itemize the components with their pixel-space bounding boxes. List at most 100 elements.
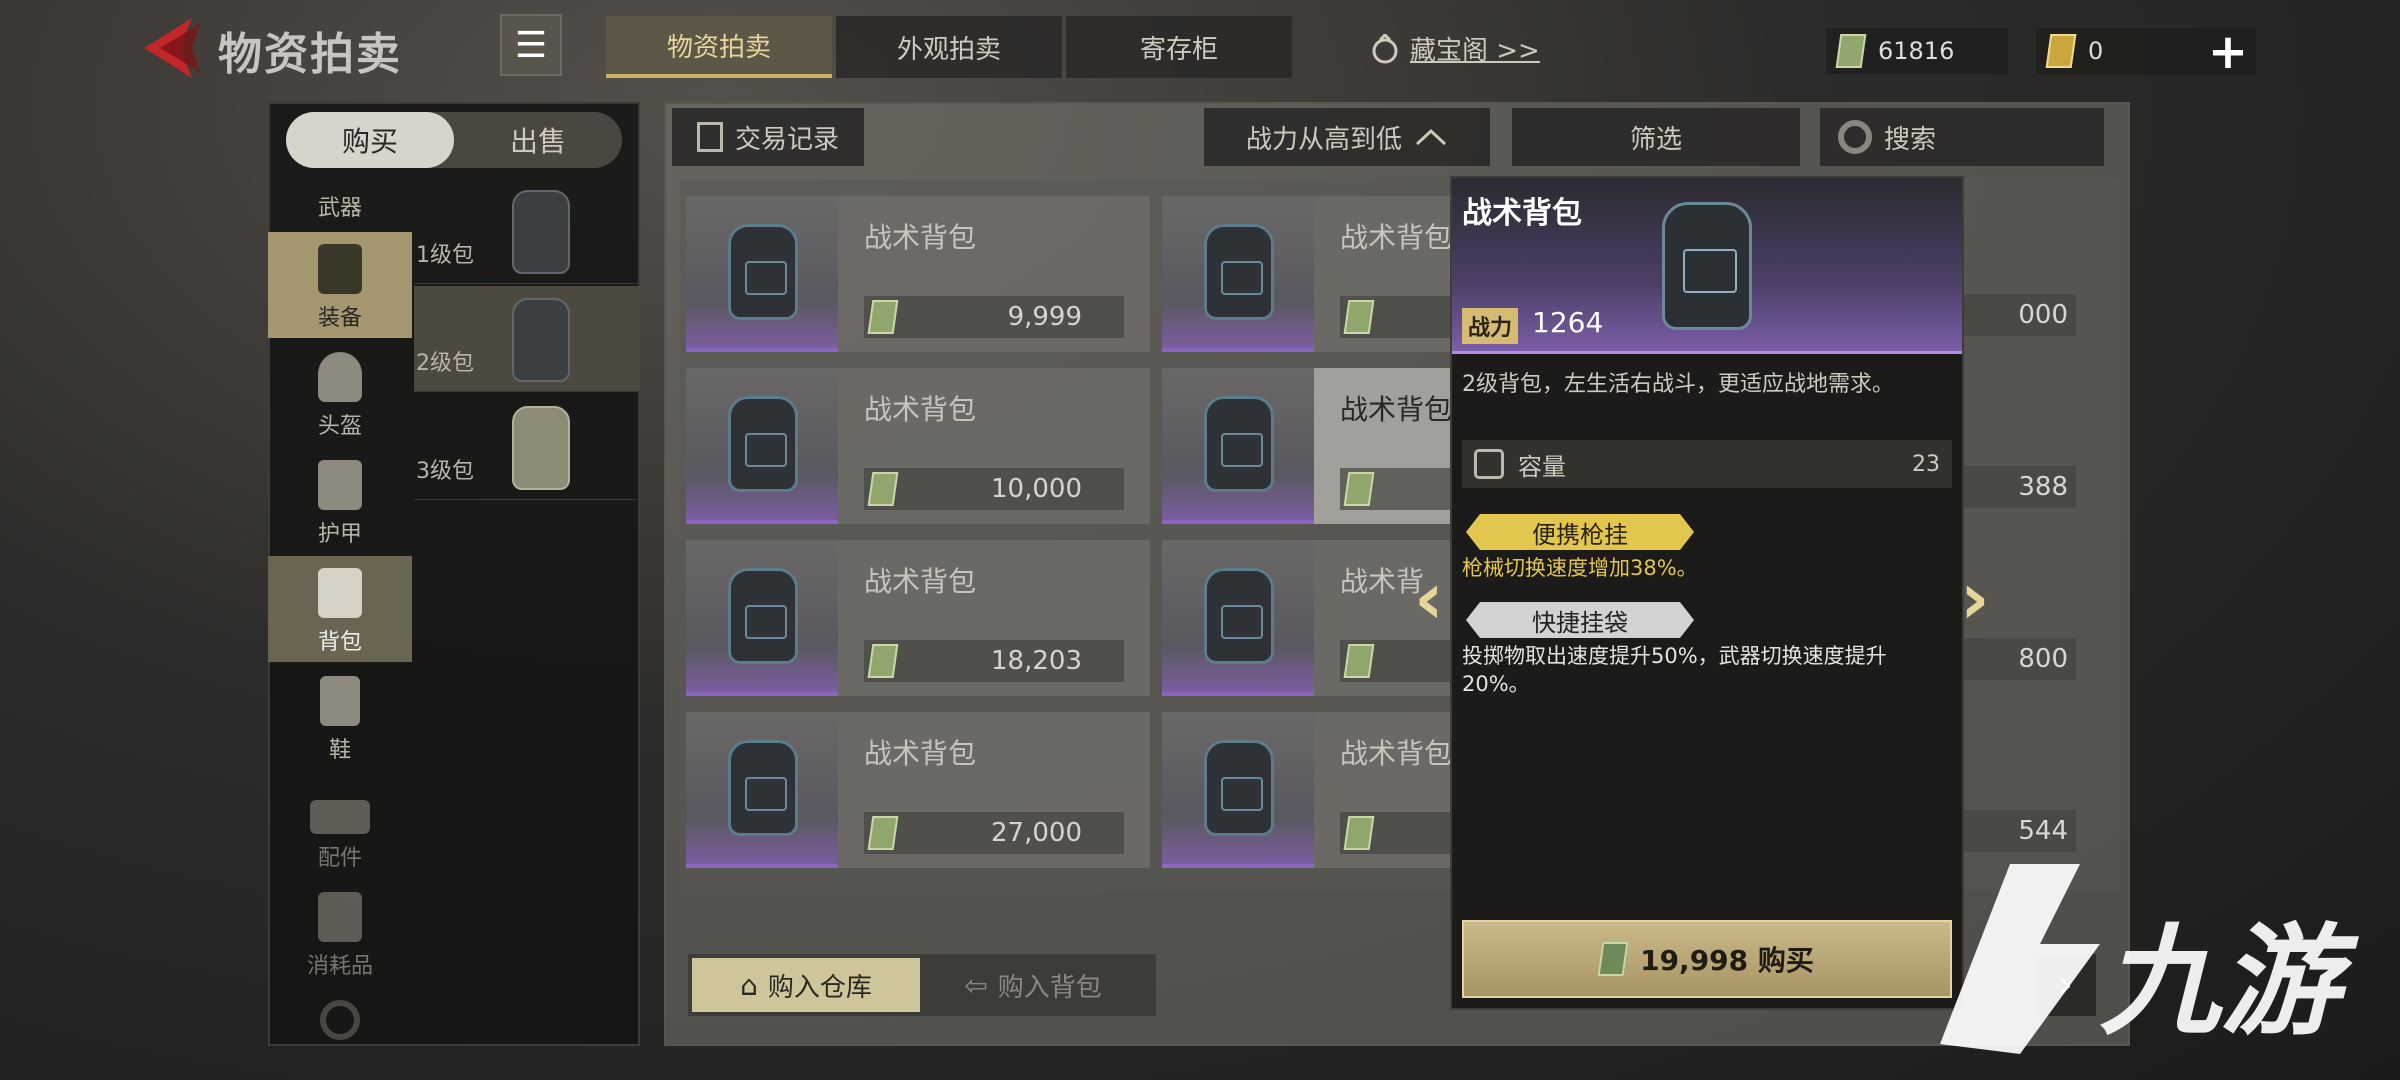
listing-card[interactable]: 战术背包 27,000 xyxy=(686,712,1150,868)
sell-tab[interactable]: 出售 xyxy=(454,112,622,168)
listing-card[interactable]: 战术背包 9,999 xyxy=(686,196,1150,352)
item-thumbnail xyxy=(686,712,838,868)
search-button[interactable]: 搜索 xyxy=(1820,108,2104,166)
subcategory-level1-bag[interactable]: 1级包 xyxy=(414,178,640,284)
price-value: 10,000 xyxy=(991,474,1082,504)
capacity-row: 容量 23 xyxy=(1462,440,1952,488)
subcategory-label: 1级包 xyxy=(416,243,474,268)
category-label: 鞋 xyxy=(328,738,351,763)
tab-storage-locker[interactable]: 寄存柜 xyxy=(1066,16,1292,78)
back-arrow-icon[interactable] xyxy=(140,14,210,82)
cash-icon xyxy=(1343,644,1375,678)
subcategory-level2-bag[interactable]: 2级包 xyxy=(414,286,640,392)
price-value: 27,000 xyxy=(991,818,1082,848)
gear-icon xyxy=(320,1000,360,1040)
perk-description: 投掷物取出速度提升50%，武器切换速度提升20%。 xyxy=(1462,644,1887,696)
category-label: 消耗品 xyxy=(306,954,373,979)
consumable-icon xyxy=(318,892,362,942)
cash-icon xyxy=(1343,472,1375,506)
treasure-icon xyxy=(1372,33,1398,63)
perk-badge-silver: 快捷挂袋 xyxy=(1466,602,1694,638)
next-item-arrow[interactable]: › xyxy=(1960,556,1990,640)
previous-item-arrow[interactable]: ‹ xyxy=(1414,556,1444,640)
category-label: 武器 xyxy=(317,196,362,221)
backpack-level2-icon xyxy=(512,298,570,382)
purchase-destination-toggle: ⌂ 购入仓库 ⇦ 购入背包 xyxy=(688,954,1156,1016)
perk-badge-gold: 便携枪挂 xyxy=(1466,514,1694,550)
gold-amount: 0 xyxy=(2088,37,2104,65)
item-price: 9,999 xyxy=(864,296,1124,338)
item-thumbnail xyxy=(686,196,838,352)
category-label: 配件 xyxy=(317,846,362,871)
category-backpack[interactable]: 背包 xyxy=(268,556,412,662)
chevron-left-icon: ‹ xyxy=(1414,556,1444,640)
sort-dropdown[interactable]: 战力从高到低 xyxy=(1204,108,1490,166)
tab-material-auction[interactable]: 物资拍卖 xyxy=(606,16,832,78)
plus-icon: + xyxy=(2207,24,2249,80)
listing-card[interactable]: 战术背包 10,000 xyxy=(686,368,1150,524)
treasure-link-label: 藏宝阁 >> xyxy=(1410,36,1540,66)
category-helmet[interactable]: 头盔 xyxy=(268,340,412,446)
perk-description: 枪械切换速度增加38%。 xyxy=(1462,556,1698,580)
power-value: 1264 xyxy=(1532,306,1604,339)
category-weapon[interactable]: 武器 xyxy=(268,176,412,228)
item-price: 27,000 xyxy=(864,812,1124,854)
to-warehouse-label: 购入仓库 xyxy=(767,972,872,1003)
list-icon: ☰ xyxy=(514,24,548,66)
item-thumbnail xyxy=(1162,540,1314,696)
category-consumable[interactable]: 消耗品 xyxy=(268,880,412,986)
category-attachment[interactable]: 配件 xyxy=(268,772,412,878)
item-thumbnail xyxy=(1162,712,1314,868)
backpack-icon xyxy=(728,396,798,492)
price-value: 9,999 xyxy=(1007,302,1082,332)
filter-button[interactable]: 筛选 xyxy=(1512,108,1800,166)
buy-to-warehouse-button[interactable]: ⌂ 购入仓库 xyxy=(692,958,920,1012)
backpack-level3-icon xyxy=(512,406,570,490)
cash-icon xyxy=(1343,816,1375,850)
listing-card[interactable]: 战术背包 18,203 xyxy=(686,540,1150,696)
search-label: 搜索 xyxy=(1884,124,1937,155)
chevron-right-icon: › xyxy=(1960,556,1990,640)
gold-coin-icon xyxy=(2045,34,2077,68)
category-equipment[interactable]: 装备 xyxy=(268,232,412,338)
item-name: 战术背包 xyxy=(864,393,977,426)
armor-icon xyxy=(318,460,362,510)
category-armor[interactable]: 护甲 xyxy=(268,448,412,554)
backpack-icon xyxy=(318,568,362,618)
detail-header: 战术背包 战力 1264 xyxy=(1452,178,1962,354)
subcategory-level3-bag[interactable]: 3级包 xyxy=(414,394,640,500)
subcategory-label: 2级包 xyxy=(416,351,474,376)
backpack-icon xyxy=(728,740,798,836)
item-name: 战术背包 xyxy=(864,737,977,770)
trade-record-button[interactable]: 交易记录 xyxy=(672,108,864,166)
item-thumbnail xyxy=(686,540,838,696)
category-label: 头盔 xyxy=(317,414,362,439)
warehouse-icon: ⌂ xyxy=(740,968,758,1002)
item-price: 18,203 xyxy=(864,640,1124,682)
backpack-icon xyxy=(728,224,798,320)
partial-price: 800 xyxy=(1964,638,2076,680)
add-currency-button[interactable]: + xyxy=(2200,24,2256,80)
buy-button[interactable]: 19,998 购买 xyxy=(1462,920,1952,998)
cash-icon xyxy=(867,644,899,678)
item-name: 战术背包 xyxy=(1340,221,1453,254)
item-name: 战术背包 xyxy=(864,221,977,254)
item-name: 战术背 xyxy=(1340,565,1425,598)
buy-to-backpack-button[interactable]: ⇦ 购入背包 xyxy=(928,958,1138,1012)
power-badge: 战力 xyxy=(1462,308,1519,344)
cash-icon xyxy=(1835,34,1867,68)
buy-tab[interactable]: 购买 xyxy=(286,112,454,168)
tab-appearance-auction[interactable]: 外观拍卖 xyxy=(836,16,1062,78)
item-detail-popup: 战术背包 战力 1264 2级背包，左生活右战斗，更适应战地需求。 容量 23 … xyxy=(1450,176,1964,1010)
attachment-icon xyxy=(310,800,370,834)
category-shoes[interactable]: 鞋 xyxy=(268,664,412,770)
backpack-icon xyxy=(1204,568,1274,664)
treasure-pavilion-link[interactable]: 藏宝阁 >> xyxy=(1370,30,1540,67)
watermark-text: 九游 xyxy=(2100,913,2340,1052)
menu-button[interactable]: ☰ xyxy=(500,14,562,76)
item-thumbnail xyxy=(686,368,838,524)
cash-icon xyxy=(867,300,899,334)
detail-item-name: 战术背包 xyxy=(1462,196,1582,231)
buy-sell-toggle: 购买 出售 xyxy=(286,112,622,168)
top-tabs: 物资拍卖 外观拍卖 寄存柜 xyxy=(606,16,1292,78)
